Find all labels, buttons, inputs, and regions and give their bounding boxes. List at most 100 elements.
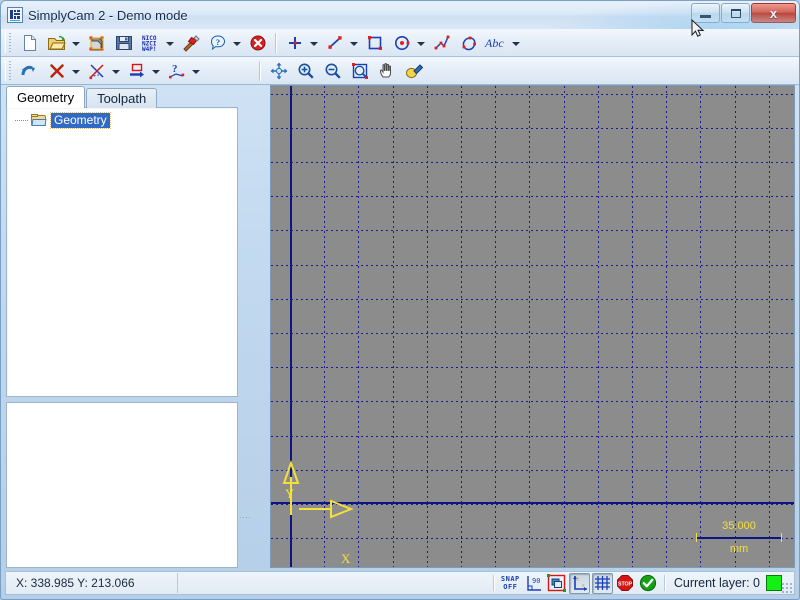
angle-snap-button[interactable]: 90 xyxy=(523,573,544,594)
grid-line-vertical xyxy=(700,86,701,567)
snap-toggle-button[interactable]: SNAP OFF xyxy=(500,573,521,594)
grid-line-vertical xyxy=(564,86,565,567)
window-controls: x xyxy=(691,3,796,23)
tree-row-geometry[interactable]: Geometry xyxy=(15,111,237,129)
zoom-window-button[interactable] xyxy=(347,58,372,83)
undo-button[interactable] xyxy=(17,58,42,83)
grid-line-horizontal xyxy=(271,367,794,368)
save-button[interactable] xyxy=(111,30,136,55)
zoom-in-button[interactable] xyxy=(293,58,318,83)
import-geometry-button[interactable] xyxy=(84,30,109,55)
current-layer-label: Current layer: 0 xyxy=(673,576,760,590)
app-icon xyxy=(7,7,23,23)
move-view-button[interactable] xyxy=(266,58,291,83)
scale-value: 35.000 xyxy=(722,520,756,532)
application-window: SimplyCam 2 - Demo mode x NICO NZCI W4P!… xyxy=(0,0,800,600)
properties-panel[interactable] xyxy=(6,402,238,568)
line-dropdown-arrow[interactable] xyxy=(348,31,359,54)
scale-bar-line xyxy=(696,533,782,542)
polyline-tool-button[interactable] xyxy=(429,30,454,55)
hand-pan-button[interactable] xyxy=(374,58,399,83)
grid-line-vertical xyxy=(735,86,736,567)
grid-line-horizontal xyxy=(271,230,794,231)
grid-line-vertical xyxy=(769,86,770,567)
origin-axis-marker xyxy=(282,459,354,519)
open-folder-icon xyxy=(31,113,47,127)
circle-dropdown-arrow[interactable] xyxy=(415,31,426,54)
measure-dropdown-arrow[interactable] xyxy=(190,59,201,82)
accept-button[interactable] xyxy=(638,573,659,594)
snap-label-line2: OFF xyxy=(503,583,518,591)
toolbar-grip-2[interactable] xyxy=(5,60,13,81)
point-tool-button[interactable] xyxy=(282,30,307,55)
svg-text:?: ? xyxy=(172,63,178,75)
grid-line-horizontal xyxy=(271,299,794,300)
circle-tool-button[interactable] xyxy=(389,30,414,55)
nc-code-dropdown-arrow[interactable] xyxy=(164,31,175,54)
tab-toolpath[interactable]: Toolpath xyxy=(86,88,158,108)
delete-all-button[interactable] xyxy=(245,30,270,55)
coordinate-readout: X: 338.985 Y: 213.066 xyxy=(8,573,178,593)
group-select-button[interactable] xyxy=(546,573,567,594)
help-icon-button[interactable]: ? xyxy=(205,30,230,55)
tree-node-label[interactable]: Geometry xyxy=(50,111,111,129)
edit-view-toolbar: ? xyxy=(1,57,799,85)
svg-text:W4P!: W4P! xyxy=(142,46,156,52)
zoom-out-button[interactable] xyxy=(320,58,345,83)
window-title: SimplyCam 2 - Demo mode xyxy=(28,7,188,23)
grid-line-vertical xyxy=(495,86,496,567)
panel-splitter[interactable] xyxy=(239,86,251,568)
new-file-button[interactable] xyxy=(17,30,42,55)
spline-tool-button[interactable] xyxy=(456,30,481,55)
open-file-dropdown-arrow[interactable] xyxy=(70,31,81,54)
toolbar-grip[interactable] xyxy=(5,32,13,53)
maximize-button[interactable] xyxy=(721,3,750,23)
tree-connector-line xyxy=(15,119,29,121)
scale-bar: 35.000 mm xyxy=(696,520,782,555)
left-panel: Geometry Toolpath Geometry xyxy=(6,86,238,568)
point-dropdown-arrow[interactable] xyxy=(308,31,319,54)
line-tool-button[interactable] xyxy=(322,30,347,55)
nc-code-button[interactable]: NICO NZCI W4P! xyxy=(138,30,163,55)
show-grid-button[interactable] xyxy=(591,572,613,594)
window-resize-grip[interactable] xyxy=(781,582,792,593)
drawing-canvas[interactable]: Y X 35.000 mm xyxy=(270,85,795,568)
tab-geometry[interactable]: Geometry xyxy=(6,86,86,108)
open-file-button[interactable] xyxy=(44,30,69,55)
grid-line-horizontal xyxy=(271,333,794,334)
show-axes-button[interactable]: x y xyxy=(568,572,590,594)
clean-screen-button[interactable] xyxy=(401,58,426,83)
stop-button[interactable]: STOP xyxy=(615,573,636,594)
grid-line-horizontal xyxy=(271,94,794,95)
erase-dropdown-arrow[interactable] xyxy=(70,59,81,82)
trim-button[interactable] xyxy=(84,58,109,83)
snap-label-line1: SNAP xyxy=(500,575,520,583)
svg-text:STOP: STOP xyxy=(618,582,633,588)
text-tool-button[interactable]: Abc xyxy=(483,30,509,55)
y-axis-label: Y xyxy=(285,486,295,501)
svg-text:90: 90 xyxy=(532,577,540,585)
offset-button[interactable] xyxy=(124,58,149,83)
minimize-button[interactable] xyxy=(691,3,720,23)
help-dropdown-arrow[interactable] xyxy=(231,31,242,54)
toolbar-separator-2 xyxy=(259,60,261,81)
close-button[interactable]: x xyxy=(751,3,796,23)
svg-text:y: y xyxy=(576,576,579,582)
trim-dropdown-arrow[interactable] xyxy=(110,59,121,82)
offset-dropdown-arrow[interactable] xyxy=(150,59,161,82)
rectangle-tool-button[interactable] xyxy=(362,30,387,55)
geometry-tree-panel[interactable]: Geometry xyxy=(6,107,238,397)
text-dropdown-arrow[interactable] xyxy=(510,31,521,54)
panel-tabs: Geometry Toolpath xyxy=(6,86,158,108)
title-bar: SimplyCam 2 - Demo mode x xyxy=(1,1,799,29)
svg-text:?: ? xyxy=(215,37,219,47)
grid-line-vertical xyxy=(461,86,462,567)
splitter-grip[interactable] xyxy=(240,514,250,521)
grid-line-vertical xyxy=(529,86,530,567)
standard-toolbar: NICO NZCI W4P! ? Abc xyxy=(1,29,799,57)
erase-button[interactable] xyxy=(44,58,69,83)
layer-color-swatch[interactable] xyxy=(766,575,782,591)
hammer-tool-button[interactable] xyxy=(178,30,203,55)
measure-button[interactable]: ? xyxy=(164,58,189,83)
scale-unit: mm xyxy=(729,543,749,555)
